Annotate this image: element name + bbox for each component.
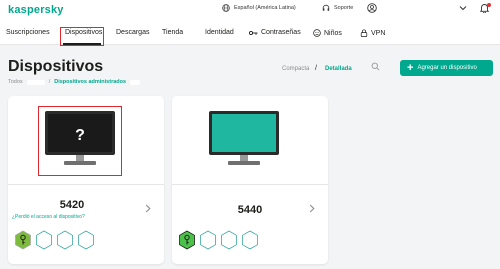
card-divider bbox=[172, 184, 328, 185]
lost-device-link[interactable]: ¿Perdió el acceso al dispositivo? bbox=[12, 214, 85, 220]
language-label: Español (América Latina) bbox=[234, 5, 296, 11]
nav-item-store[interactable]: Tienda bbox=[162, 29, 183, 36]
protection-badges bbox=[178, 230, 259, 250]
chevron-right-icon[interactable] bbox=[309, 204, 315, 213]
nav-item-passwords[interactable]: Contraseñas bbox=[249, 29, 301, 36]
page-title: Dispositivos bbox=[8, 58, 104, 75]
chevron-right-icon[interactable] bbox=[145, 204, 151, 213]
breadcrumb-separator: / bbox=[48, 79, 51, 85]
empty-badge-icon bbox=[200, 230, 216, 250]
protection-badges bbox=[14, 230, 95, 250]
add-device-label: Agregar un dispositivo bbox=[417, 65, 477, 71]
empty-badge-icon bbox=[36, 230, 52, 250]
key-icon bbox=[249, 30, 258, 35]
breadcrumb-all-count bbox=[26, 79, 45, 85]
nav-item-identity[interactable]: Identidad bbox=[205, 29, 234, 36]
breadcrumb-current[interactable]: Dispositivos administrados bbox=[54, 79, 126, 85]
vpn-lock-icon bbox=[360, 29, 368, 37]
nav-item-downloads[interactable]: Descargas bbox=[116, 29, 149, 36]
add-device-button[interactable]: + Agregar un dispositivo bbox=[400, 60, 493, 76]
chevron-down-icon[interactable] bbox=[459, 5, 467, 11]
device-card[interactable]: ? 5420 ¿Perdió el acceso al dispositivo? bbox=[8, 96, 164, 264]
support-link[interactable]: Soporte bbox=[322, 4, 353, 12]
headset-icon bbox=[322, 4, 330, 11]
breadcrumb-current-count bbox=[130, 79, 141, 85]
account-icon[interactable] bbox=[367, 3, 377, 13]
nav-item-kids[interactable]: Niños bbox=[313, 29, 342, 37]
view-separator: / bbox=[315, 65, 317, 72]
key-badge-active-icon[interactable] bbox=[178, 230, 196, 250]
language-selector[interactable]: Español (América Latina) bbox=[222, 4, 296, 12]
nav-item-vpn[interactable]: VPN bbox=[360, 29, 385, 37]
kaspersky-logo[interactable]: kaspersky bbox=[8, 4, 64, 16]
card-divider bbox=[8, 184, 164, 185]
empty-badge-icon bbox=[78, 230, 94, 250]
device-image-highlight bbox=[38, 106, 122, 176]
view-detailed-toggle[interactable]: Detallada bbox=[325, 66, 352, 72]
search-icon[interactable] bbox=[371, 62, 380, 71]
device-name: 5420 bbox=[59, 199, 85, 211]
notification-badge bbox=[487, 3, 491, 7]
kids-icon bbox=[313, 29, 321, 37]
plus-icon: + bbox=[407, 62, 414, 74]
globe-icon bbox=[222, 4, 230, 12]
key-badge-active-icon[interactable] bbox=[14, 230, 32, 250]
nav-active-underline bbox=[63, 43, 101, 45]
breadcrumb: Todos / Dispositivos administrados bbox=[8, 79, 141, 85]
view-compact-toggle[interactable]: Compacta bbox=[282, 66, 309, 72]
monitor-protected-icon bbox=[209, 111, 279, 165]
empty-badge-icon bbox=[221, 230, 237, 250]
empty-badge-icon bbox=[57, 230, 73, 250]
device-card[interactable]: 5440 bbox=[172, 96, 328, 264]
device-name: 5440 bbox=[237, 204, 263, 216]
empty-badge-icon bbox=[242, 230, 258, 250]
breadcrumb-all[interactable]: Todos bbox=[8, 79, 23, 85]
top-bar: kaspersky Español (América Latina) Sopor… bbox=[0, 0, 500, 20]
nav-item-subscriptions[interactable]: Suscripciones bbox=[6, 29, 50, 36]
support-label: Soporte bbox=[334, 5, 354, 11]
